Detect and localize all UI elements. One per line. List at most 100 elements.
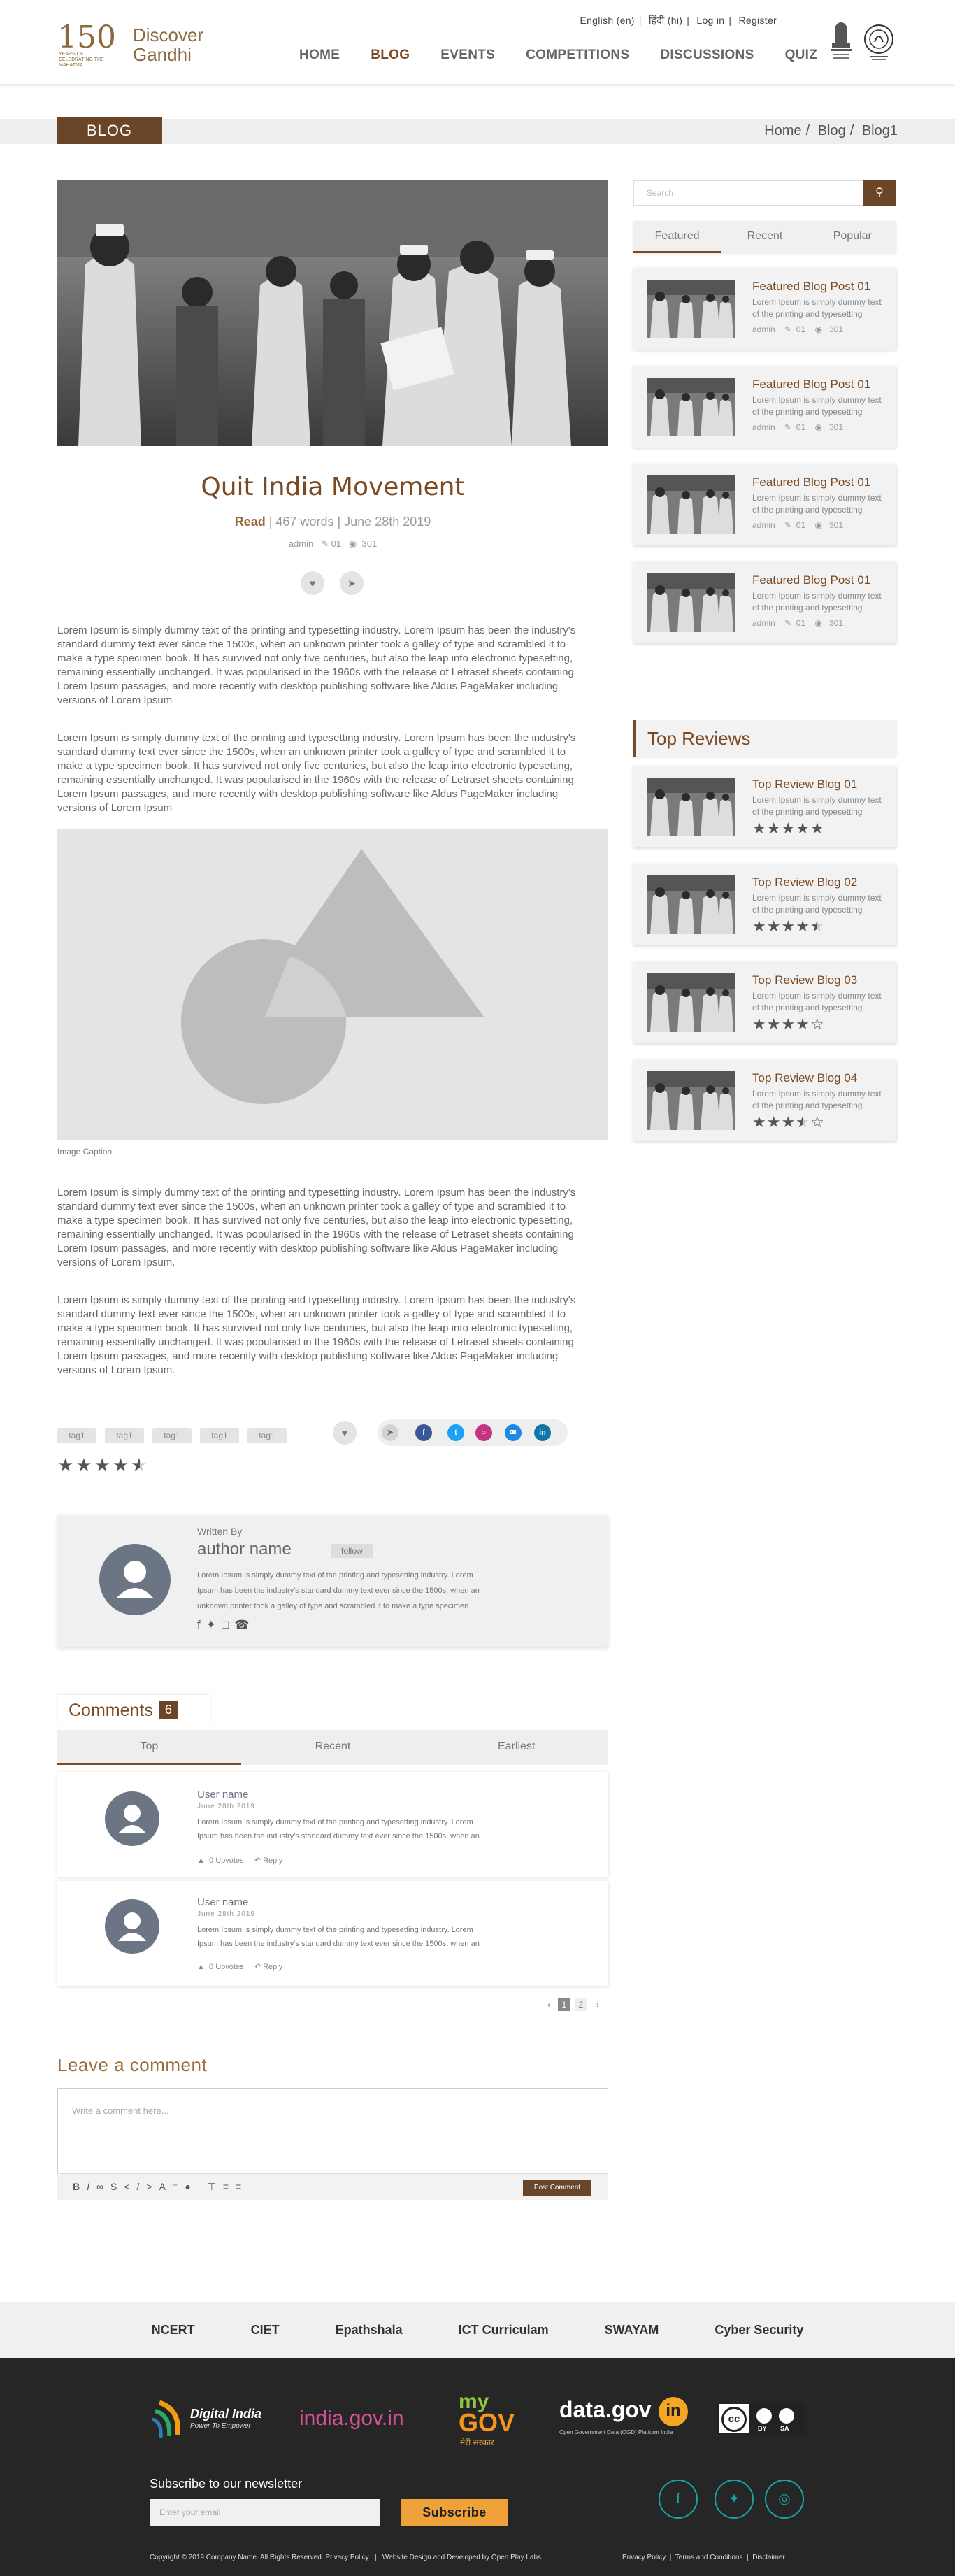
chevron-right-icon[interactable]: › [591, 1998, 604, 2011]
footer-link-ciet[interactable]: CIET [251, 2323, 280, 2338]
featured-post-title[interactable]: Featured Blog Post 01 [752, 280, 870, 294]
featured-post-thumbnail[interactable] [647, 475, 735, 534]
email-share-icon[interactable]: ✉ [505, 1424, 522, 1441]
featured-post-thumbnail[interactable] [647, 378, 735, 436]
review-card[interactable]: Top Review Blog 04 Lorem Ipsum is simply… [633, 1060, 896, 1141]
featured-post-title[interactable]: Featured Blog Post 01 [752, 475, 870, 489]
upvote-button[interactable]: ▲ 0 Upvotes [197, 1963, 244, 1971]
footer-link-swayam[interactable]: SWAYAM [605, 2323, 659, 2338]
author-label[interactable]: admin [289, 538, 313, 549]
post-comment-button[interactable]: Post Comment [523, 2180, 591, 2196]
comment-username[interactable]: User name [197, 1789, 248, 1801]
footer-link-ncert[interactable]: NCERT [152, 2323, 195, 2338]
tab-top[interactable]: Top [57, 1730, 241, 1765]
page-button[interactable]: 1 [558, 1998, 570, 2011]
nav-events[interactable]: EVENTS [440, 48, 495, 63]
language-hi-link[interactable]: हिंदी (hi) [649, 15, 682, 26]
featured-post-card[interactable]: Featured Blog Post 01 Lorem Ipsum is sim… [633, 269, 896, 350]
featured-post-card[interactable]: Featured Blog Post 01 Lorem Ipsum is sim… [633, 464, 896, 545]
featured-post-card[interactable]: Featured Blog Post 01 Lorem Ipsum is sim… [633, 562, 896, 643]
search-button[interactable]: ⚲ [863, 180, 896, 206]
review-title[interactable]: Top Review Blog 04 [752, 1071, 857, 1085]
footer-link-cyber-security[interactable]: Cyber Security [715, 2323, 803, 2338]
nav-discussions[interactable]: DISCUSSIONS [660, 48, 754, 63]
newsletter-email-input[interactable]: Enter your email [150, 2499, 380, 2526]
like-button-bottom[interactable]: ♥ [333, 1421, 357, 1445]
twitter-share-icon[interactable]: t [447, 1424, 464, 1441]
featured-post-thumbnail[interactable] [647, 573, 735, 632]
tag-chip[interactable]: tag1 [152, 1428, 192, 1443]
post-author[interactable]: admin [752, 618, 775, 628]
instagram-icon[interactable]: □ [222, 1618, 234, 1631]
review-title[interactable]: Top Review Blog 01 [752, 778, 857, 792]
review-thumbnail[interactable] [647, 875, 735, 934]
breadcrumb-home[interactable]: Home [764, 123, 801, 138]
code-icon[interactable]: </> [124, 2181, 159, 2192]
review-card[interactable]: Top Review Blog 01 Lorem Ipsum is simply… [633, 766, 896, 847]
site-logo-text[interactable]: Discover Gandhi [133, 25, 203, 64]
linkedin-share-icon[interactable]: in [534, 1424, 551, 1441]
share-button[interactable]: ➤ [340, 571, 364, 595]
bold-icon[interactable]: B [73, 2181, 87, 2192]
instagram-icon[interactable]: ◎ [765, 2480, 804, 2519]
login-link[interactable]: Log in [696, 15, 724, 26]
tag-chip[interactable]: tag1 [200, 1428, 239, 1443]
featured-post-thumbnail[interactable] [647, 280, 735, 338]
numbered-list-icon[interactable]: ≡ [236, 2181, 248, 2192]
review-thumbnail[interactable] [647, 778, 735, 836]
follow-button[interactable]: follow [331, 1544, 373, 1558]
review-card[interactable]: Top Review Blog 03 Lorem Ipsum is simply… [633, 962, 896, 1043]
chevron-left-icon[interactable]: ‹ [543, 1998, 555, 2011]
register-link[interactable]: Register [738, 15, 777, 26]
logo-150-mark[interactable]: 150 [57, 22, 116, 53]
footer-link-ict[interactable]: ICT Curriculam [459, 2323, 549, 2338]
read-label[interactable]: Read [235, 515, 266, 529]
link-icon[interactable]: ∞ [96, 2181, 110, 2192]
tag-chip[interactable]: tag1 [57, 1428, 96, 1443]
nav-home[interactable]: HOME [299, 48, 340, 63]
featured-post-title[interactable]: Featured Blog Post 01 [752, 378, 870, 392]
review-title[interactable]: Top Review Blog 02 [752, 875, 857, 889]
subscribe-button[interactable]: Subscribe [401, 2499, 508, 2526]
tab-earliest[interactable]: Earliest [424, 1730, 608, 1765]
facebook-icon[interactable]: f [197, 1618, 206, 1631]
language-en-link[interactable]: English (en) [580, 15, 634, 26]
article-rating-stars[interactable]: ★★★★★★ [57, 1454, 150, 1476]
tag-chip[interactable]: tag1 [105, 1428, 144, 1443]
nav-quiz[interactable]: QUIZ [785, 48, 818, 63]
post-author[interactable]: admin [752, 324, 775, 334]
search-input[interactable]: Search [633, 180, 896, 206]
heading-icon[interactable]: ⊤ [208, 2181, 223, 2192]
footer-link-epathshala[interactable]: Epathshala [336, 2323, 403, 2338]
page-button[interactable]: 2 [575, 1998, 587, 2011]
italic-icon[interactable]: I [87, 2181, 96, 2192]
twitter-icon[interactable]: ✦ [715, 2480, 754, 2519]
share-icon[interactable]: ➤ [382, 1424, 398, 1441]
twitter-icon[interactable]: ✦ [206, 1618, 222, 1631]
upvote-button[interactable]: ▲ 0 Upvotes [197, 1856, 244, 1865]
review-title[interactable]: Top Review Blog 03 [752, 973, 857, 987]
legal-links[interactable]: Privacy Policy | Terms and Conditions | … [622, 2554, 785, 2561]
facebook-icon[interactable]: f [659, 2480, 698, 2519]
tab-recent[interactable]: Recent [721, 221, 808, 253]
tab-popular[interactable]: Popular [809, 221, 896, 253]
author-name[interactable]: author name [197, 1540, 292, 1559]
strikethrough-icon[interactable]: S [110, 2181, 124, 2192]
facebook-share-icon[interactable]: f [415, 1424, 432, 1441]
india-gov-logo[interactable]: india.gov.in [299, 2407, 404, 2431]
whatsapp-icon[interactable]: ☎ [234, 1618, 254, 1631]
breadcrumb-blog[interactable]: Blog [818, 123, 846, 138]
tag-chip[interactable]: tag1 [247, 1428, 287, 1443]
instagram-share-icon[interactable]: ○ [475, 1424, 492, 1441]
featured-post-title[interactable]: Featured Blog Post 01 [752, 573, 870, 587]
creative-commons-badge[interactable]: cc BY SA [717, 2403, 805, 2435]
nav-blog[interactable]: BLOG [371, 48, 410, 63]
tab-recent[interactable]: Recent [241, 1730, 425, 1765]
tab-featured[interactable]: Featured [633, 221, 721, 253]
review-thumbnail[interactable] [647, 973, 735, 1032]
data-gov-logo[interactable]: data.gov in Open Government Data (OGD) P… [559, 2397, 692, 2442]
review-card[interactable]: Top Review Blog 02 Lorem Ipsum is simply… [633, 864, 896, 945]
post-author[interactable]: admin [752, 422, 775, 432]
digital-india-logo[interactable]: Digital India Power To Empower [150, 2397, 275, 2442]
info-icon[interactable]: ● [185, 2181, 197, 2192]
